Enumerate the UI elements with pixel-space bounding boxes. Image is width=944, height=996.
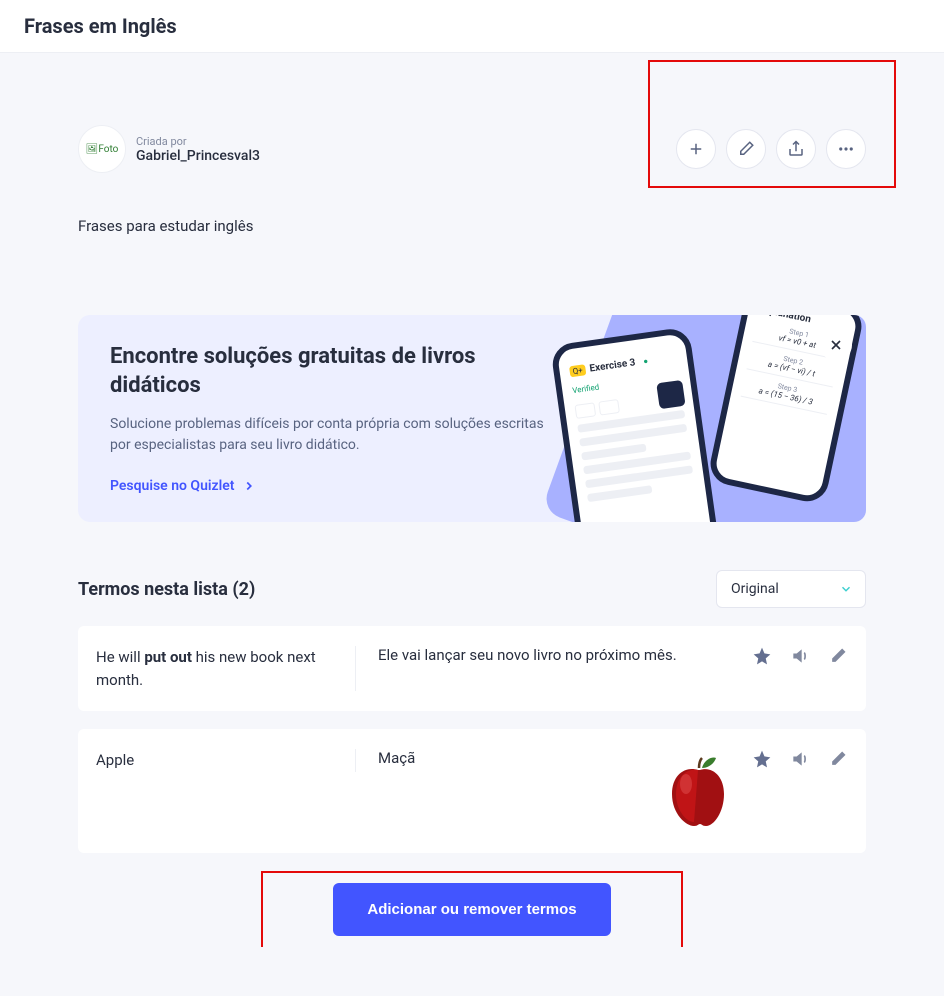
audio-icon <box>790 646 810 666</box>
creator-row: 🖼Foto Criada por Gabriel_Princesval3 <box>78 125 866 173</box>
topbar: Frases em Inglês <box>0 0 944 53</box>
star-icon <box>752 749 772 769</box>
promo-close-button[interactable] <box>820 329 852 361</box>
add-button[interactable] <box>676 129 716 169</box>
term-image[interactable] <box>656 749 740 833</box>
promo-link[interactable]: Pesquise no Quizlet <box>110 478 256 494</box>
close-icon <box>828 337 844 353</box>
plus-icon <box>687 140 705 158</box>
promo-art: Explanation Step 1 vf = v0 + at Step 2 a… <box>506 315 866 522</box>
creator-name[interactable]: Gabriel_Princesval3 <box>136 148 260 164</box>
audio-button[interactable] <box>790 749 810 773</box>
chevron-down-icon <box>839 582 853 596</box>
term-text: He will put out his new book next month. <box>96 646 356 691</box>
term-card: He will put out his new book next month.… <box>78 626 866 711</box>
definition-text: Maçã <box>378 749 640 767</box>
star-button[interactable] <box>752 646 772 670</box>
star-icon <box>752 646 772 666</box>
definition-text: Ele vai lançar seu novo livro no próximo… <box>378 646 740 664</box>
more-icon <box>837 140 855 158</box>
edit-button[interactable] <box>726 129 766 169</box>
set-description: Frases para estudar inglês <box>78 217 866 235</box>
sort-select[interactable]: Original <box>716 570 866 608</box>
terms-heading: Termos nesta lista (2) <box>78 579 255 600</box>
avatar[interactable]: 🖼Foto <box>78 125 126 173</box>
edit-term-button[interactable] <box>828 749 848 773</box>
term-card: Apple Maçã <box>78 729 866 853</box>
share-icon <box>787 140 805 158</box>
audio-button[interactable] <box>790 646 810 670</box>
promo-title: Encontre soluções gratuitas de livros di… <box>110 343 530 400</box>
phone1-title: Exercise 3 <box>589 357 636 374</box>
audio-icon <box>790 749 810 769</box>
pencil-icon <box>828 646 848 666</box>
share-button[interactable] <box>776 129 816 169</box>
add-remove-terms-button[interactable]: Adicionar ou remover termos <box>333 883 610 936</box>
pencil-icon <box>737 140 755 158</box>
promo-body: Solucione problemas difíceis por conta p… <box>110 414 560 456</box>
chevron-right-icon <box>242 479 256 493</box>
more-button[interactable] <box>826 129 866 169</box>
promo-banner: Encontre soluções gratuitas de livros di… <box>78 315 866 522</box>
term-text: Apple <box>96 749 356 772</box>
edit-term-button[interactable] <box>828 646 848 670</box>
apple-image <box>666 754 730 828</box>
pencil-icon <box>828 749 848 769</box>
avatar-alt: Foto <box>98 144 118 155</box>
sort-select-label: Original <box>731 581 779 597</box>
star-button[interactable] <box>752 749 772 773</box>
page-title: Frases em Inglês <box>24 14 920 38</box>
verified-badge: Verified <box>572 383 600 396</box>
created-by-label: Criada por <box>136 135 260 148</box>
promo-link-label: Pesquise no Quizlet <box>110 478 234 494</box>
